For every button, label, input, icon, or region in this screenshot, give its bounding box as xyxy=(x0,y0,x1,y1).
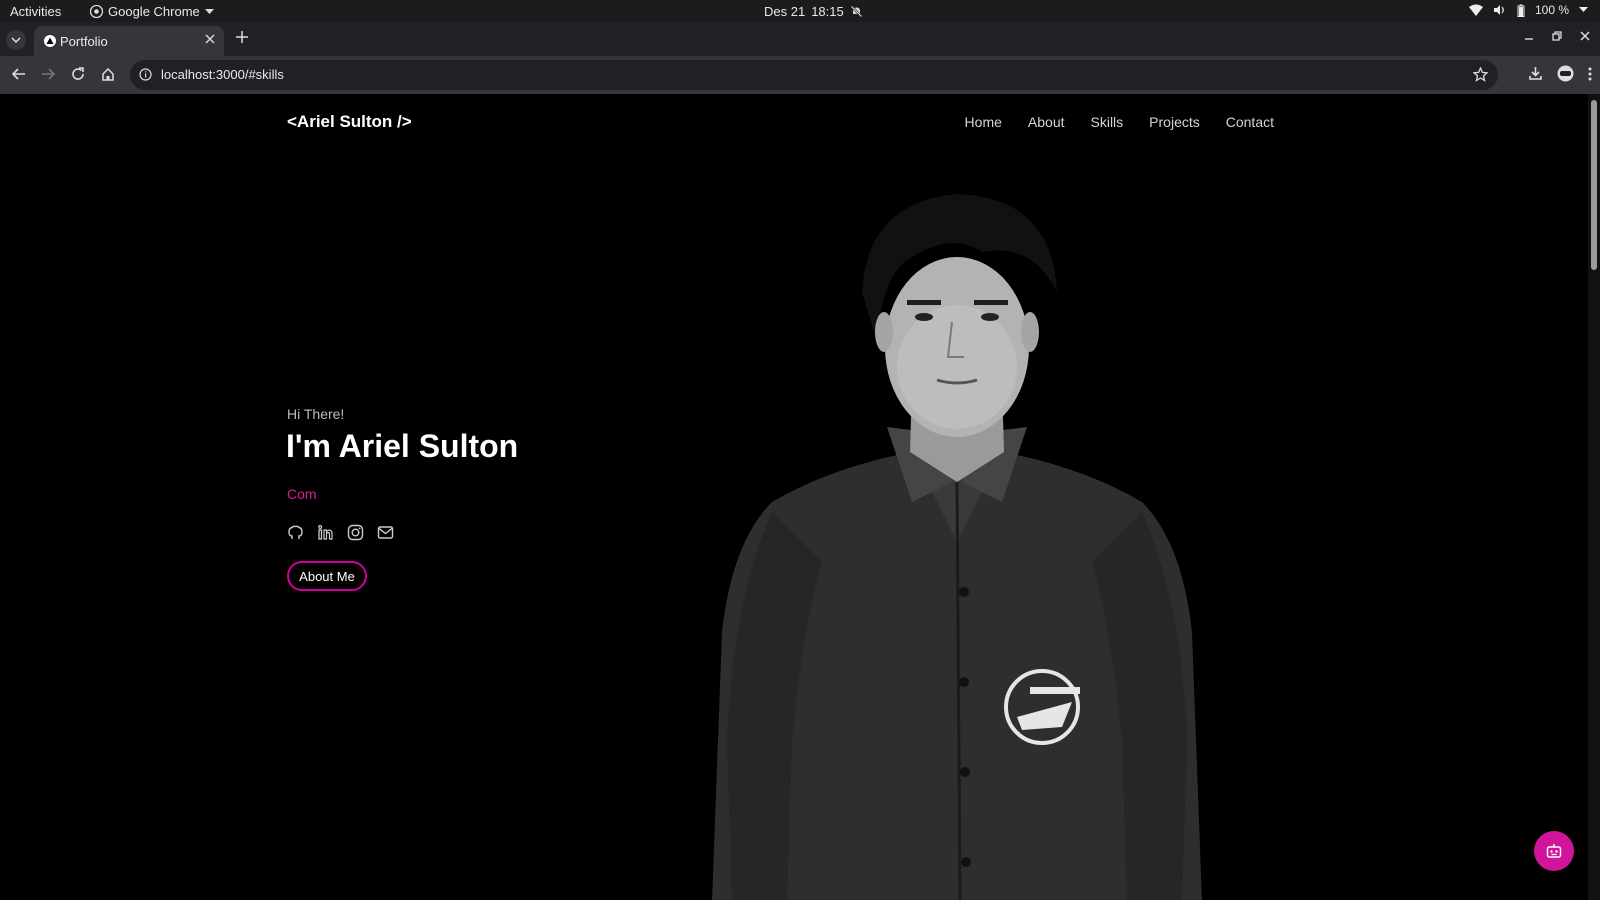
site-nav: Home About Skills Projects Contact xyxy=(965,114,1274,130)
tab-title: Portfolio xyxy=(60,34,108,49)
restore-icon[interactable] xyxy=(1552,31,1562,41)
chatbot-button[interactable] xyxy=(1534,831,1574,871)
favicon-icon xyxy=(44,35,56,47)
chrome-icon xyxy=(90,5,103,18)
new-tab-icon[interactable] xyxy=(236,31,248,43)
address-bar[interactable]: localhost:3000/#skills xyxy=(130,60,1498,90)
hero-role-typing: Com xyxy=(287,486,317,502)
download-icon[interactable] xyxy=(1528,66,1543,81)
nav-contact[interactable]: Contact xyxy=(1226,114,1274,130)
window-controls xyxy=(1524,31,1590,41)
nav-skills[interactable]: Skills xyxy=(1091,114,1124,130)
activities-button[interactable]: Activities xyxy=(10,4,61,19)
wifi-icon xyxy=(1468,4,1483,16)
site-logo[interactable]: <Ariel Sulton /> xyxy=(287,112,412,132)
time: 18:15 xyxy=(811,4,844,19)
reload-icon[interactable] xyxy=(71,67,85,81)
caret-down-icon xyxy=(1579,7,1588,12)
browser-toolbar: localhost:3000/#skills xyxy=(0,56,1600,94)
back-icon[interactable] xyxy=(12,67,26,81)
notifications-off-icon xyxy=(850,5,863,18)
scrollbar-thumb[interactable] xyxy=(1591,100,1597,270)
close-window-icon[interactable] xyxy=(1580,31,1590,41)
more-menu-icon[interactable] xyxy=(1588,67,1592,81)
profile-photo xyxy=(712,194,1202,900)
clock[interactable]: Des 21 18:15 xyxy=(764,4,863,19)
close-tab-icon[interactable] xyxy=(205,34,215,44)
minimize-icon[interactable] xyxy=(1524,31,1534,41)
nav-home[interactable]: Home xyxy=(965,114,1002,130)
home-icon[interactable] xyxy=(101,67,115,81)
bookmark-star-icon[interactable] xyxy=(1473,67,1488,82)
chevron-down-icon xyxy=(11,37,21,43)
toolbar-actions xyxy=(1528,65,1592,82)
volume-icon xyxy=(1493,5,1504,15)
battery-icon xyxy=(1517,4,1525,17)
tab-search-button[interactable] xyxy=(6,30,26,50)
nav-projects[interactable]: Projects xyxy=(1149,114,1200,130)
site-info-icon[interactable] xyxy=(139,68,152,81)
github-icon[interactable] xyxy=(287,524,304,541)
profile-avatar-icon[interactable] xyxy=(1557,65,1574,82)
nav-about[interactable]: About xyxy=(1028,114,1065,130)
app-name: Google Chrome xyxy=(108,4,200,19)
battery-percent: 100 % xyxy=(1534,3,1569,17)
social-links xyxy=(287,524,394,541)
date: Des 21 xyxy=(764,4,806,19)
url-text: localhost:3000/#skills xyxy=(161,67,284,82)
caret-down-icon xyxy=(204,8,214,14)
robot-icon xyxy=(1546,844,1562,858)
tab-portfolio[interactable]: Portfolio xyxy=(34,26,224,56)
os-top-bar: Activities Google Chrome Des 21 18:15 10… xyxy=(0,0,1600,22)
portfolio-page: <Ariel Sulton /> Home About Skills Proje… xyxy=(0,94,1588,900)
linkedin-icon[interactable] xyxy=(317,524,334,541)
forward-icon[interactable] xyxy=(41,67,55,81)
tab-strip: Portfolio xyxy=(0,22,1600,56)
hero-name: I'm Ariel Sulton xyxy=(286,428,519,464)
page-scrollbar[interactable] xyxy=(1588,94,1600,900)
mail-icon[interactable] xyxy=(377,524,394,541)
app-menu[interactable]: Google Chrome xyxy=(90,4,214,19)
hero-greeting: Hi There! xyxy=(287,406,345,422)
instagram-icon[interactable] xyxy=(347,524,364,541)
system-tray[interactable]: 100 % xyxy=(1468,3,1588,17)
about-me-button[interactable]: About Me xyxy=(287,561,367,591)
